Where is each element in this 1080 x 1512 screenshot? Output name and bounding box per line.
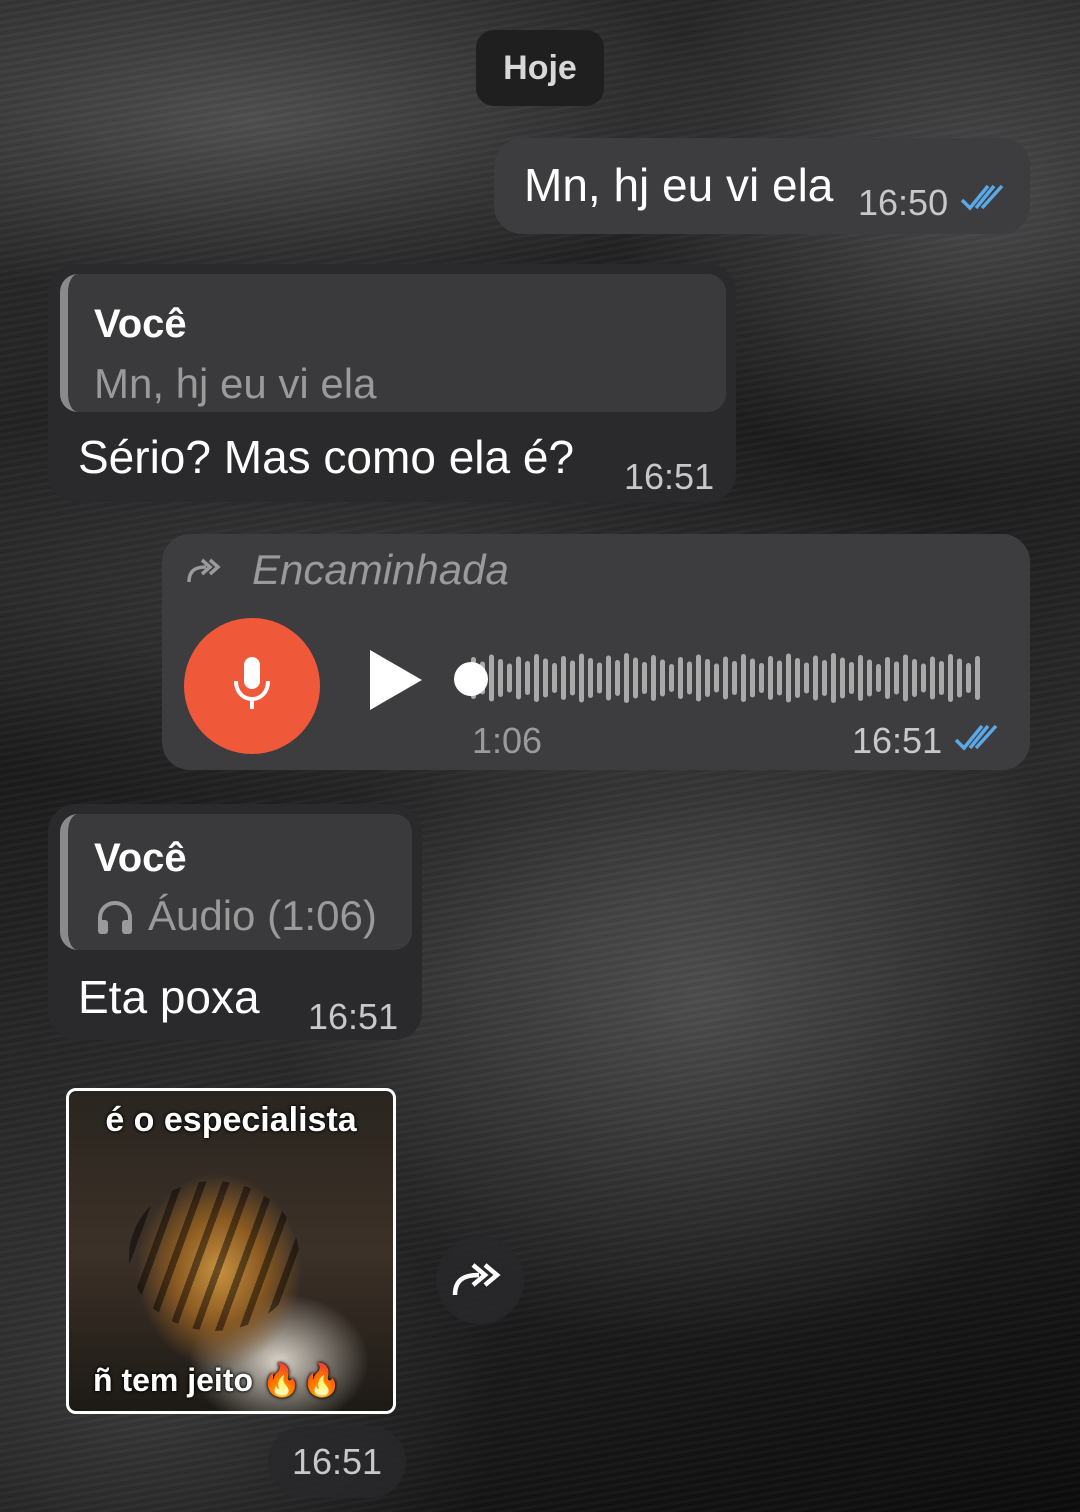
waveform-bar [939,661,944,695]
waveform-bar [741,654,746,702]
forward-icon [186,556,226,591]
waveform-bar [948,654,953,702]
waveform-bar [552,663,557,693]
message-time: 16:51 [291,1441,383,1482]
waveform-bar [750,658,755,698]
waveform-bar [822,660,827,696]
message-text: Sério? Mas como ela é? [78,431,575,483]
waveform-bar [804,662,809,694]
mic-button[interactable] [184,618,320,754]
waveform-bar [912,659,917,697]
waveform-bar [678,657,683,699]
waveform-bar [516,656,521,700]
reply-author: Você [94,836,187,880]
waveform-bar [651,655,656,701]
message-time: 16:50 [858,182,949,223]
sticker-message[interactable]: é o especialista ñ tem jeito 🔥🔥 [66,1088,396,1414]
waveform-bar [525,661,530,695]
reply-text: Mn, hj eu vi ela [94,360,377,407]
incoming-message-bubble[interactable]: Você Mn, hj eu vi ela Sério? Mas como el… [48,264,736,502]
message-text: Mn, hj eu vi ela [524,159,834,211]
waveform-bar [768,656,773,700]
waveform-bar [597,662,602,694]
forwarded-label: Encaminhada [252,546,509,593]
reply-author: Você [94,302,187,346]
voice-message-bubble[interactable]: Encaminhada 1:06 16:51 [162,534,1030,770]
date-chip: Hoje [476,30,604,106]
waveform-bar [606,655,611,701]
voice-waveform[interactable] [452,648,994,708]
headphones-icon [96,900,134,941]
message-time: 16:51 [308,996,399,1037]
waveform-bar [813,655,818,701]
share-forward-button[interactable] [436,1236,524,1324]
waveform-bar [777,660,782,696]
share-forward-icon [451,1257,509,1304]
waveform-bar [867,659,872,697]
waveform-bar [498,659,503,697]
waveform-bar [534,654,539,702]
outgoing-message-bubble[interactable]: Mn, hj eu vi ela 16:50 [494,138,1030,234]
waveform-bar [957,658,962,698]
mic-icon [230,655,274,718]
reply-text: Áudio (1:06) [148,892,377,939]
waveform-bar [786,653,791,703]
waveform-bar [687,661,692,695]
waveform-bar [561,656,566,700]
waveform-bar [642,662,647,694]
waveform-bar [759,663,764,693]
waveform-bar [615,660,620,696]
waveform-bar [849,662,854,694]
waveform-bar [570,660,575,696]
waveform-bar [975,656,980,700]
voice-duration: 1:06 [472,720,543,761]
sticker-caption-top: é o especialista [105,1101,357,1139]
reply-preview[interactable]: Você Mn, hj eu vi ela [60,274,726,412]
waveform-bar [633,657,638,699]
waveform-bar [921,663,926,693]
message-time: 16:51 [624,456,715,497]
waveform-bar [966,663,971,693]
sticker-caption-bottom: ñ tem jeito 🔥🔥 [93,1362,342,1398]
waveform-bar [930,656,935,700]
double-check-icon [960,182,1006,217]
waveform-bar [885,657,890,699]
waveform-bar [894,661,899,695]
incoming-message-bubble[interactable]: Você Áudio (1:06) Eta poxa 16:51 [48,804,422,1040]
seek-knob[interactable] [454,662,488,696]
reply-preview[interactable]: Você Áudio (1:06) [60,814,412,950]
waveform-bar [696,654,701,702]
waveform-bar [876,664,881,692]
waveform-bar [543,658,548,698]
tiger-stripes [129,1181,299,1331]
sticker-time-chip: 16:51 [268,1426,406,1498]
message-text: Eta poxa [78,971,260,1023]
waveform-bar [660,659,665,697]
waveform-bar [507,663,512,693]
waveform-bar [903,654,908,702]
waveform-bar [795,658,800,698]
waveform-bar [705,659,710,697]
waveform-bar [624,653,629,703]
waveform-bar [723,656,728,700]
message-time: 16:51 [852,720,943,761]
waveform-bar [588,658,593,698]
waveform-bar [840,657,845,699]
double-check-icon [954,722,1000,757]
waveform-bar [489,654,494,702]
waveform-bar [732,661,737,695]
waveform-bar [714,663,719,693]
waveform-bar [858,655,863,701]
waveform-bar [669,664,674,692]
play-icon[interactable] [368,648,424,717]
waveform-bar [579,653,584,703]
waveform-bar [831,653,836,703]
